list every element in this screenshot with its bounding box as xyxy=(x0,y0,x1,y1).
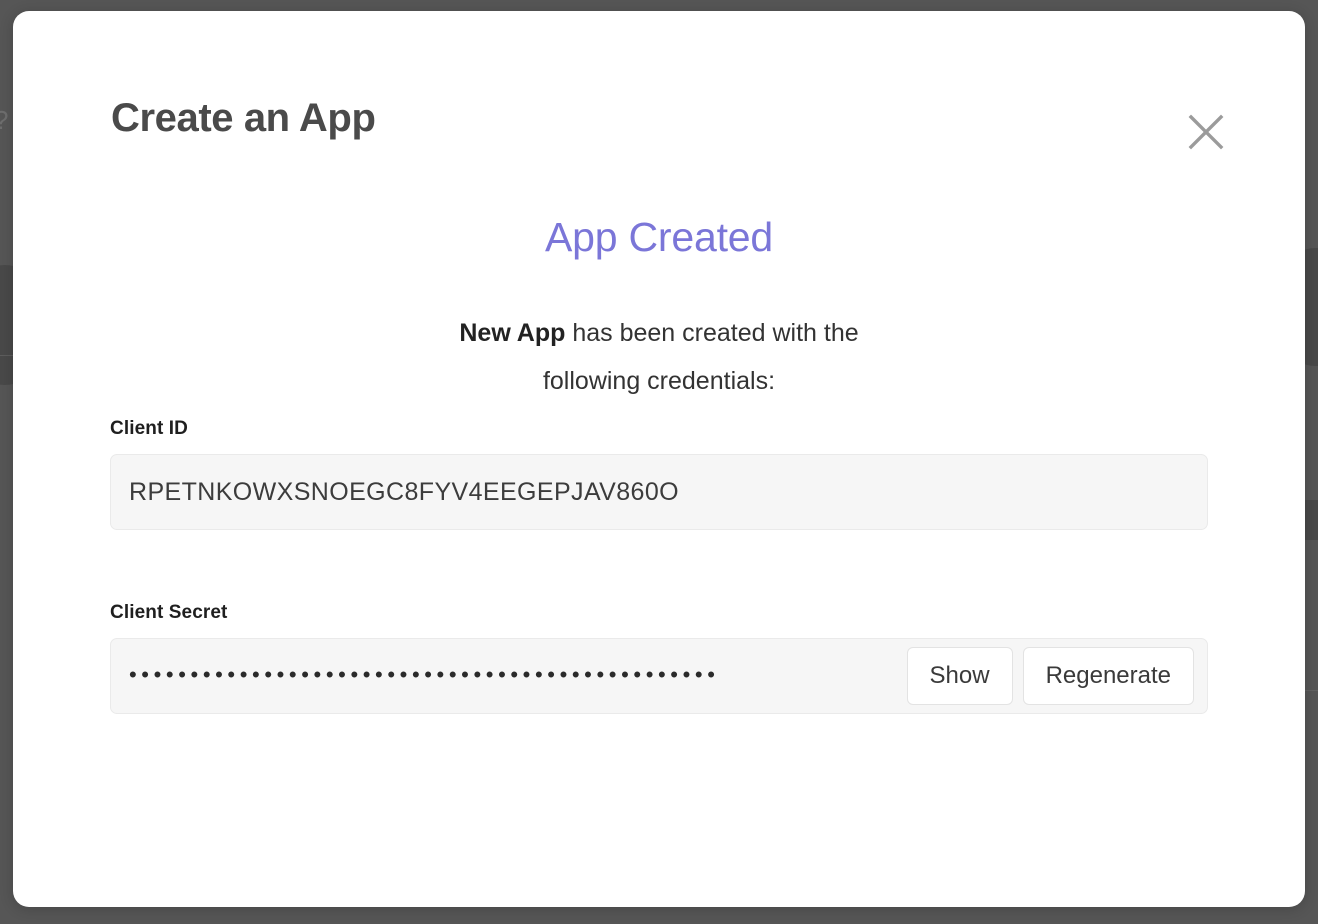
regenerate-secret-button[interactable]: Regenerate xyxy=(1022,647,1194,705)
close-button[interactable] xyxy=(1182,108,1230,156)
confirmation-message-rest: has been created with the following cred… xyxy=(542,319,859,395)
show-secret-button[interactable]: Show xyxy=(906,647,1013,705)
client-secret-label: Client Secret xyxy=(110,602,228,623)
create-app-modal: Create an App App Created New App has be… xyxy=(13,11,1305,907)
client-id-group: Client ID RPETNKOWXSNOEGC8FYV4EEGEPJAV86… xyxy=(110,418,1208,530)
client-id-value: RPETNKOWXSNOEGC8FYV4EEGEPJAV860O xyxy=(129,477,679,506)
client-secret-masked-value: ••••••••••••••••••••••••••••••••••••••••… xyxy=(129,664,720,686)
backdrop-glyph: ? xyxy=(0,105,8,136)
client-id-label: Client ID xyxy=(110,418,188,439)
app-name: New App xyxy=(459,319,566,347)
close-icon xyxy=(1186,112,1226,152)
client-secret-actions: Show Regenerate xyxy=(906,647,1194,705)
client-id-input[interactable]: RPETNKOWXSNOEGC8FYV4EEGEPJAV860O xyxy=(110,454,1208,530)
status-heading: App Created xyxy=(544,214,773,260)
confirmation-message: New App has been created with the follow… xyxy=(424,309,894,405)
client-secret-group: Client Secret ••••••••••••••••••••••••••… xyxy=(110,602,1208,714)
page-title: Create an App xyxy=(111,96,376,140)
client-secret-input[interactable]: ••••••••••••••••••••••••••••••••••••••••… xyxy=(110,638,1208,714)
